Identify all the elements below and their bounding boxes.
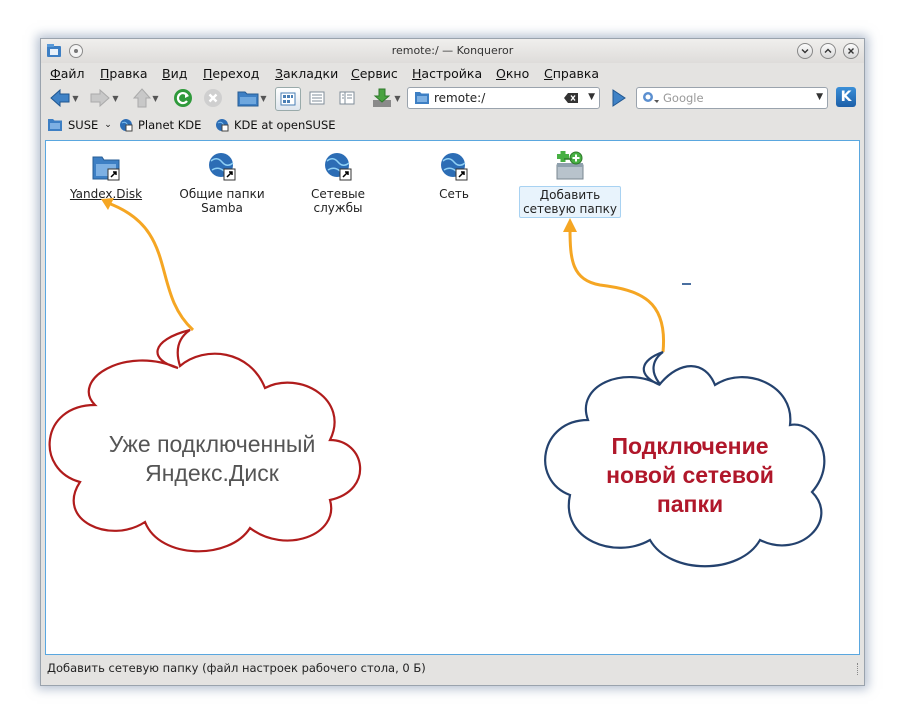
bookmark-label: Planet KDE <box>138 118 202 132</box>
up-button: ▼ <box>127 87 165 109</box>
network-globe-icon <box>322 151 354 183</box>
chevron-down-icon: ▼ <box>152 93 159 103</box>
item-add-network-folder[interactable]: Добавить сетевую папку <box>515 151 625 218</box>
callout-right-text: Подключение новой сетевой папки <box>606 433 774 517</box>
home-folder-button[interactable]: ▼ <box>233 87 271 109</box>
bookmark-folder-suse[interactable]: SUSE ⌄ <box>47 118 112 132</box>
main-toolbar: ▼ ▼ ▼ ▼ ▼ remote:/ ▼ Google ▼ K <box>41 85 864 113</box>
folder-remote-icon <box>90 151 122 183</box>
menu-go[interactable]: Переход <box>203 66 259 81</box>
reload-icon <box>174 89 192 107</box>
callout-left-text: Уже подключенный Яндекс.Диск <box>108 431 316 486</box>
item-yandex-disk[interactable]: Yandex.Disk <box>51 151 161 202</box>
item-label: Yandex.Disk <box>69 187 143 201</box>
menu-view[interactable]: Вид <box>162 66 187 81</box>
maximize-button[interactable] <box>820 43 836 59</box>
chevron-down-icon[interactable]: ▼ <box>588 92 595 102</box>
chevron-down-icon: ▼ <box>394 93 401 103</box>
icon-view-button[interactable] <box>275 87 301 111</box>
chevron-down-icon: ⌄ <box>104 120 112 130</box>
item-network[interactable]: Сеть <box>399 151 509 202</box>
search-provider-icon <box>643 92 659 103</box>
menu-bookmarks[interactable]: Закладки <box>275 66 338 81</box>
minimize-button[interactable] <box>797 43 813 59</box>
status-bar: Добавить сетевую папку (файл настроек ра… <box>41 657 864 679</box>
item-label: Общие папки Samba <box>179 187 265 215</box>
stop-icon <box>204 89 222 107</box>
file-view[interactable]: Yandex.Disk Общие папки Samba Сетевые сл… <box>45 140 860 655</box>
network-globe-icon <box>206 151 238 183</box>
bookmark-label: SUSE <box>68 118 99 132</box>
details-view-icon <box>309 91 325 105</box>
folder-remote-icon <box>415 92 429 104</box>
bookmark-kde-opensuse[interactable]: KDE at openSUSE <box>215 118 336 132</box>
arrow-right-icon <box>90 89 111 107</box>
reload-button[interactable] <box>171 87 195 109</box>
menu-window[interactable]: Окно <box>496 66 529 81</box>
close-button[interactable] <box>843 43 859 59</box>
chevron-down-icon[interactable]: ▼ <box>816 92 823 102</box>
bookmark-planet-kde[interactable]: Planet KDE <box>119 118 201 132</box>
arrow-left-icon <box>50 89 70 107</box>
item-label: Добавить сетевую папку <box>519 186 621 218</box>
menu-edit[interactable]: Правка <box>100 66 148 81</box>
item-label: Сетевые службы <box>310 187 366 215</box>
add-network-folder-icon <box>554 151 586 183</box>
download-icon <box>373 88 392 107</box>
globe-icon <box>120 119 133 132</box>
resize-grip[interactable] <box>857 663 860 675</box>
menu-file[interactable]: Файл <box>50 66 85 81</box>
konqueror-window: remote:/ — Konqueror Файл Правка Вид Пер… <box>40 38 865 686</box>
chevron-up-icon <box>824 48 832 53</box>
location-input[interactable]: remote:/ <box>434 91 485 105</box>
menu-help[interactable]: Справка <box>544 66 599 81</box>
chevron-down-icon: ▼ <box>260 93 267 103</box>
arrow-up-icon <box>133 88 152 108</box>
menu-settings[interactable]: Настройка <box>412 66 482 81</box>
item-label: Сеть <box>439 187 469 201</box>
kde-logo-icon[interactable]: K <box>836 87 856 107</box>
chevron-down-icon: ▼ <box>72 93 79 103</box>
clear-text-icon[interactable] <box>563 92 579 104</box>
column-view-icon <box>339 91 355 105</box>
chevron-down-icon: ▼ <box>112 93 119 103</box>
download-button[interactable]: ▼ <box>371 87 401 109</box>
bookmark-label: KDE at openSUSE <box>234 118 336 132</box>
location-bar[interactable]: remote:/ ▼ <box>407 87 600 109</box>
status-text: Добавить сетевую папку (файл настроек ра… <box>47 661 426 675</box>
search-input[interactable]: Google <box>663 91 704 105</box>
menu-bar: Файл Правка Вид Переход Закладки Сервис … <box>41 63 864 83</box>
chevron-down-icon <box>801 49 809 54</box>
icon-view-icon <box>280 92 296 106</box>
stop-button <box>201 87 225 109</box>
go-button[interactable] <box>611 89 627 107</box>
item-samba-shares[interactable]: Общие папки Samba <box>167 151 277 216</box>
network-globe-icon <box>438 151 470 183</box>
menu-tools[interactable]: Сервис <box>351 66 398 81</box>
web-search-bar[interactable]: Google ▼ <box>636 87 828 109</box>
item-network-services[interactable]: Сетевые службы <box>283 151 393 216</box>
close-icon <box>848 48 854 54</box>
details-view-button[interactable] <box>305 87 329 109</box>
column-view-button[interactable] <box>335 87 359 109</box>
window-title: remote:/ — Konqueror <box>391 44 514 57</box>
bookmarks-toolbar: SUSE ⌄ Planet KDE KDE at openSUSE <box>41 115 864 137</box>
globe-icon <box>216 119 229 132</box>
forward-button: ▼ <box>85 87 123 109</box>
folder-icon <box>48 119 62 131</box>
folder-icon <box>237 91 259 107</box>
title-bar[interactable]: remote:/ — Konqueror <box>41 39 864 63</box>
back-button[interactable]: ▼ <box>45 87 83 109</box>
